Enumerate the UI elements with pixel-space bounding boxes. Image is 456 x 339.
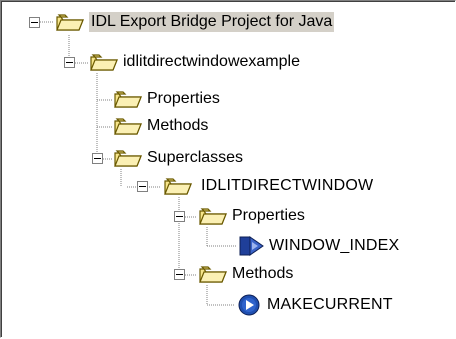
sc-methods-collapse-toggle[interactable] [174,269,185,280]
tree-node-makecurrent-label[interactable]: MAKECURRENT [265,295,395,315]
root-collapse-toggle[interactable] [29,17,40,28]
example-collapse-toggle[interactable] [64,57,75,68]
tree-node-superclasses-label[interactable]: Superclasses [145,148,245,168]
tree-node-superclass-label[interactable]: IDLITDIRECTWINDOW [199,176,375,196]
method-icon [238,294,260,316]
open-folder-icon [56,14,84,31]
tree-node-root-label[interactable]: IDL Export Bridge Project for Java [89,12,335,32]
tree-node-sc-properties-label[interactable]: Properties [230,206,307,226]
open-folder-icon [90,54,118,71]
tree-node-properties-label[interactable]: Properties [145,89,222,109]
tree-node-methods-label[interactable]: Methods [145,116,210,136]
superclass-collapse-toggle[interactable] [137,181,148,192]
open-folder-icon [114,91,142,108]
tree-node-sc-methods-label[interactable]: Methods [230,264,295,284]
open-folder-icon [164,178,192,195]
tree-view[interactable]: IDL Export Bridge Project for Java idlit… [0,0,456,338]
tree-node-example-label[interactable]: idlitdirectwindowexample [121,52,302,72]
open-folder-icon [114,118,142,135]
tree-node-window-index-label[interactable]: WINDOW_INDEX [267,236,401,256]
open-folder-icon [114,150,142,167]
superclasses-collapse-toggle[interactable] [92,153,103,164]
open-folder-icon [199,266,227,283]
property-icon [239,236,264,256]
open-folder-icon [199,208,227,225]
sc-properties-collapse-toggle[interactable] [174,211,185,222]
